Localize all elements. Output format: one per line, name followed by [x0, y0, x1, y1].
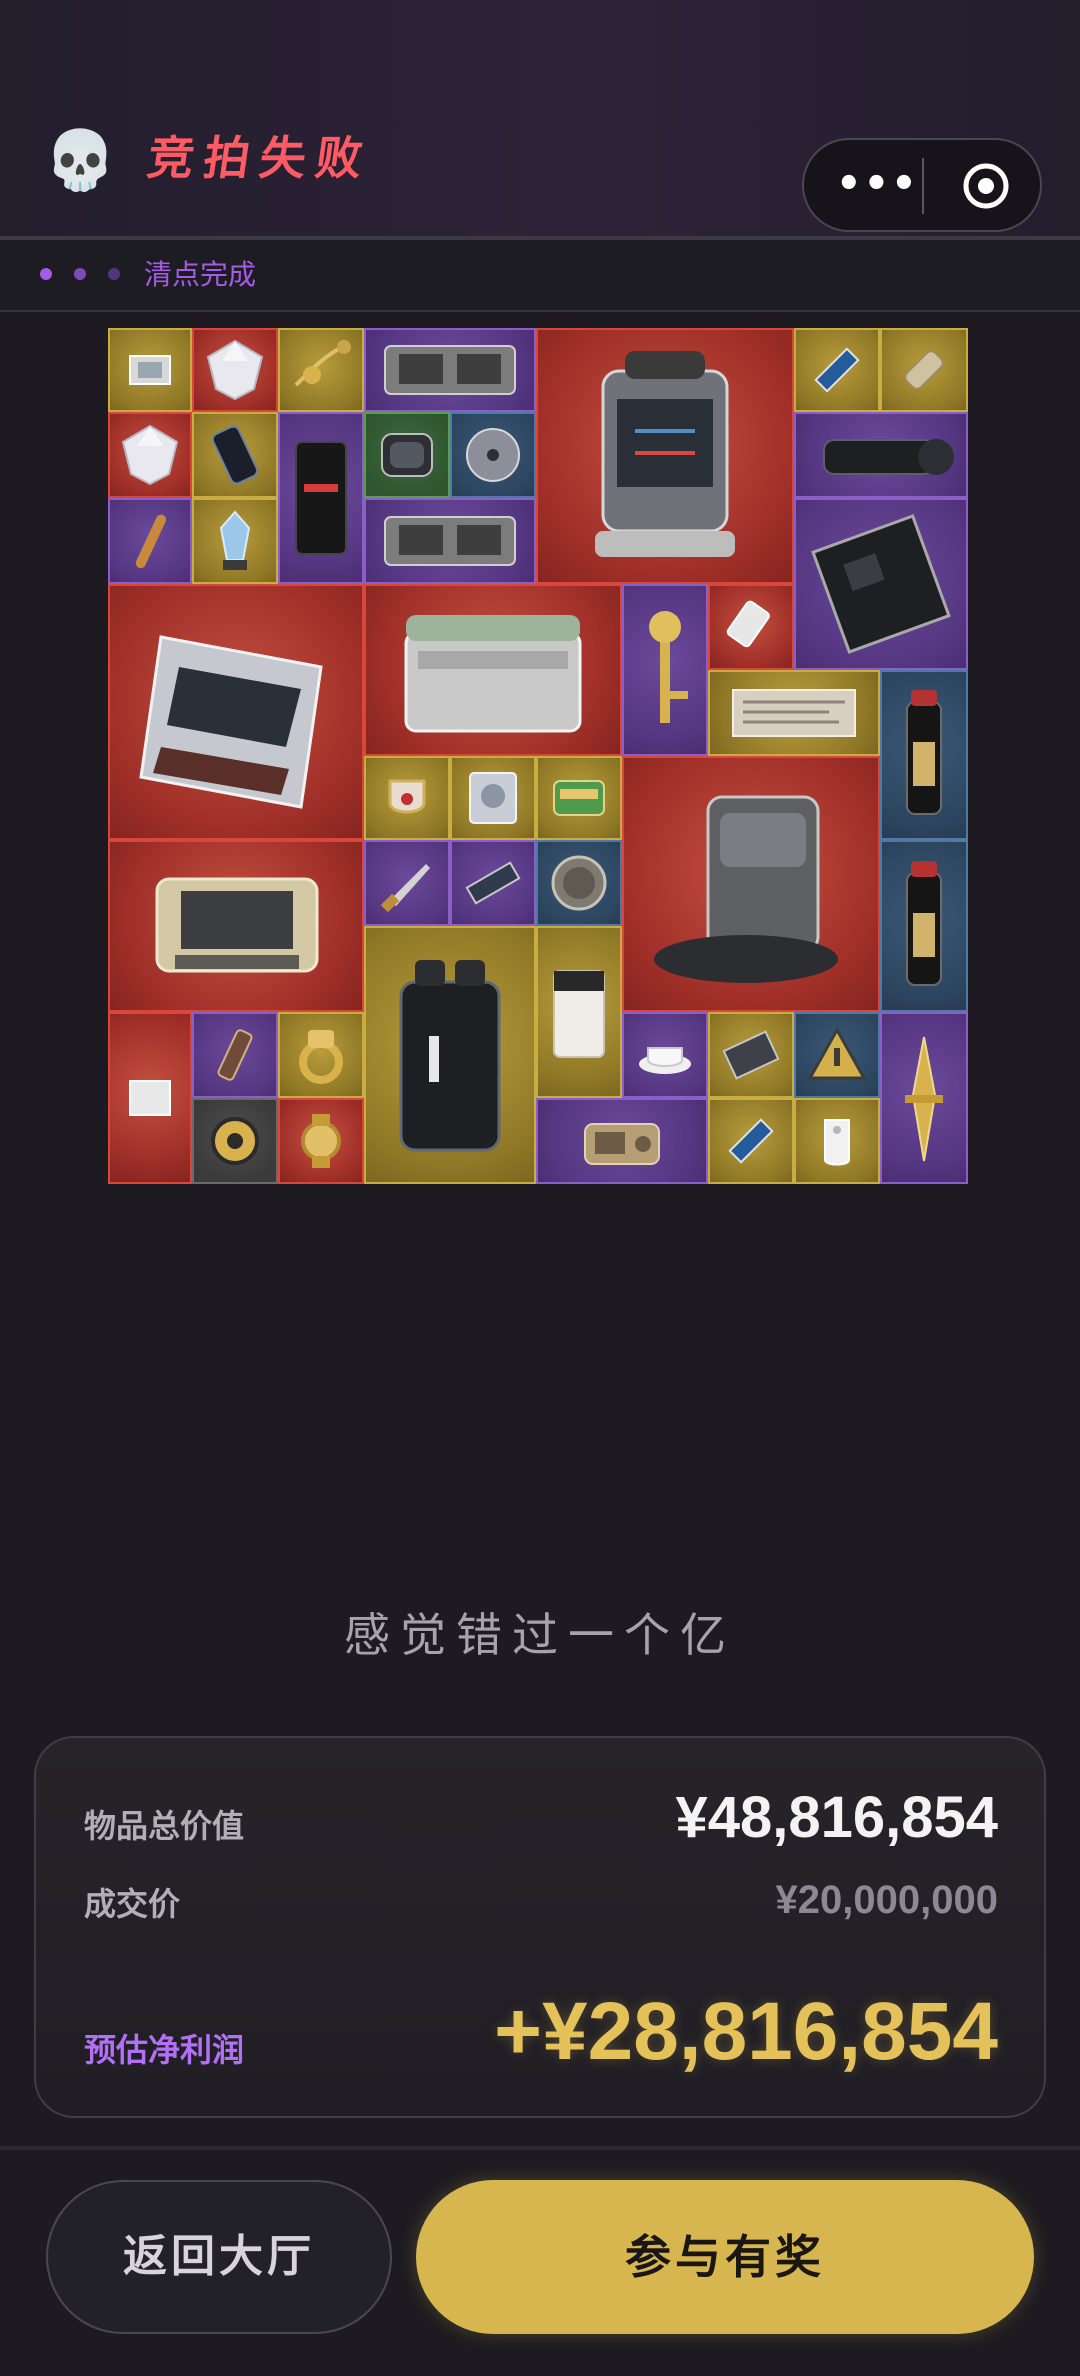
motherboard-icon[interactable]	[794, 498, 968, 670]
white-tag-icon[interactable]	[794, 1098, 880, 1184]
camera-lens-icon[interactable]	[794, 412, 968, 498]
usb-drive-icon[interactable]	[708, 584, 794, 670]
join-reward-button[interactable]: 参与有奖	[416, 2180, 1034, 2334]
chocolate-bar-icon[interactable]	[192, 1012, 278, 1098]
smartphone-icon[interactable]	[192, 412, 278, 498]
return-lobby-button[interactable]: 返回大厅	[46, 2180, 392, 2334]
battery-cell-icon[interactable]	[880, 328, 968, 412]
crystal-trophy-icon[interactable]	[192, 498, 278, 584]
mini-program-capsule: •••	[802, 138, 1042, 232]
black-powder-icon[interactable]	[880, 840, 968, 1012]
power-station-icon[interactable]	[364, 926, 536, 1184]
ssd-icon[interactable]	[708, 1098, 794, 1184]
ornate-cup-icon[interactable]	[364, 756, 450, 840]
deal-price-label: 成交价	[84, 1885, 181, 1923]
gold-ring-icon[interactable]	[278, 1012, 364, 1098]
rugged-laptop-case-icon[interactable]	[108, 840, 364, 1012]
reactor-core-icon[interactable]	[536, 328, 794, 584]
status-strip: 清点完成	[0, 240, 1080, 312]
footer-divider	[0, 2146, 1080, 2150]
cpu-chip-icon[interactable]	[108, 328, 192, 412]
black-powder-icon[interactable]	[880, 670, 968, 840]
teacup-icon[interactable]	[622, 1012, 708, 1098]
cigar-icon[interactable]	[108, 498, 192, 584]
gold-watch-icon[interactable]	[278, 1098, 364, 1184]
status-dot-2	[74, 268, 86, 280]
circuit-board-icon[interactable]	[708, 1012, 794, 1098]
diamond-icon[interactable]	[192, 328, 278, 412]
deal-price-value: ¥20,000,000	[775, 1878, 998, 1922]
ssd-icon[interactable]	[794, 328, 880, 412]
status-dot-1	[40, 268, 52, 280]
power-bank-icon[interactable]	[364, 412, 450, 498]
status-dot-3	[108, 268, 120, 280]
car-battery-icon[interactable]	[364, 584, 622, 756]
header-bar: 💀 竞拍失败 •••	[0, 0, 1080, 240]
capsule-divider	[922, 158, 924, 214]
knife-icon[interactable]	[364, 840, 450, 926]
golden-key-icon[interactable]	[622, 584, 708, 756]
coffee-box-icon[interactable]	[536, 926, 622, 1098]
robot-vacuum-dock-icon[interactable]	[622, 756, 880, 1012]
ram-stick-icon[interactable]	[450, 840, 536, 926]
status-text: 清点完成	[144, 258, 257, 291]
graphics-card-icon[interactable]	[364, 328, 536, 412]
more-dots-icon[interactable]: •••	[836, 164, 917, 204]
inventory-grid	[108, 328, 968, 1188]
ancient-coin-icon[interactable]	[536, 840, 622, 926]
page-title: 竞拍失败	[144, 131, 376, 185]
radio-icon[interactable]	[536, 1098, 708, 1184]
sardine-tin-icon[interactable]	[536, 756, 622, 840]
golden-dagger-icon[interactable]	[880, 1012, 968, 1184]
skull-icon: 💀	[44, 126, 117, 194]
optical-disc-icon[interactable]	[450, 412, 536, 498]
diamond-icon[interactable]	[108, 412, 192, 498]
newspaper-icon[interactable]	[708, 670, 880, 756]
profit-value: +¥28,816,854	[494, 1986, 998, 2077]
profit-label: 预估净利润	[84, 2031, 245, 2069]
warning-sign-icon[interactable]	[794, 1012, 880, 1098]
result-quote: 感觉错过一个亿	[344, 1608, 736, 1662]
total-value-label: 物品总价值	[84, 1807, 245, 1845]
target-circle-icon[interactable]	[960, 160, 1012, 212]
server-rack-icon[interactable]	[108, 584, 364, 840]
gold-pendant-icon[interactable]	[278, 328, 364, 412]
paper-note-icon[interactable]	[108, 1012, 192, 1184]
hard-drive-icon[interactable]	[450, 756, 536, 840]
value-summary-card: 物品总价值 ¥48,816,854 成交价 ¥20,000,000 预估净利润 …	[34, 1736, 1046, 2118]
graphics-card-icon[interactable]	[364, 498, 536, 584]
total-value: ¥48,816,854	[675, 1785, 998, 1850]
coffee-bag-icon[interactable]	[278, 412, 364, 584]
tape-measure-icon[interactable]	[192, 1098, 278, 1184]
